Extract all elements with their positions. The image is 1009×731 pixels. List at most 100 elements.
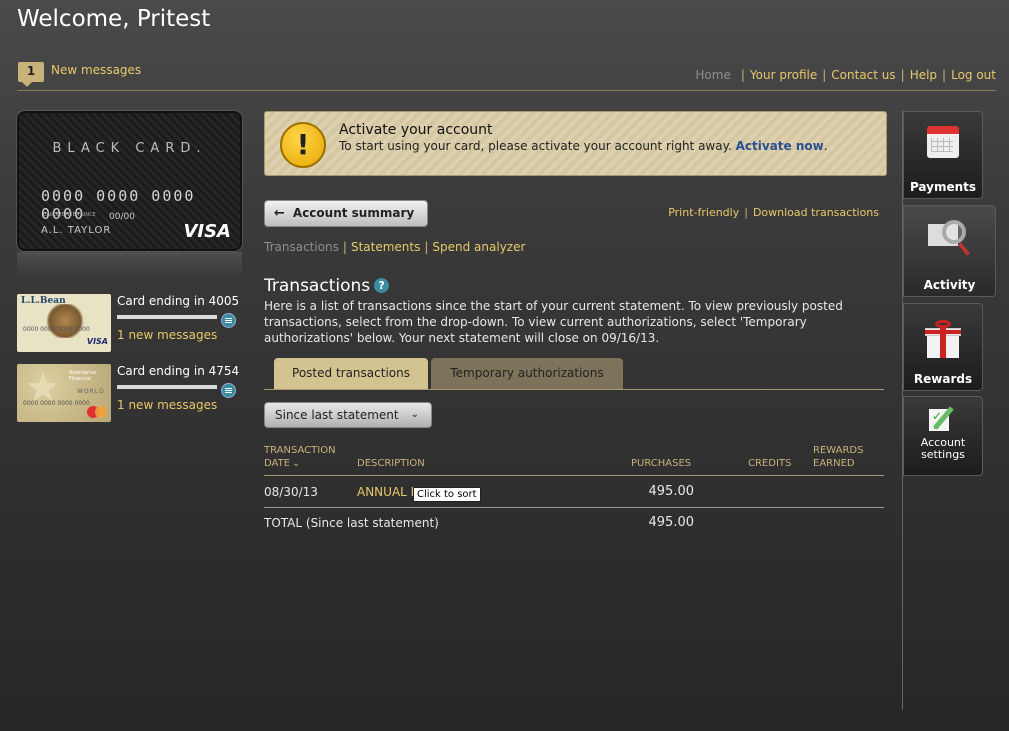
mini-card-number: 0000 0000 0000 0000 — [23, 326, 90, 333]
activation-period: . — [823, 139, 828, 153]
row-description-link[interactable]: ANNUAL F — [357, 485, 418, 499]
activate-now-link[interactable]: Activate now — [736, 139, 824, 153]
sidebar-label-line: settings — [921, 448, 965, 461]
checklist-pencil-icon: ✓✓ — [927, 405, 959, 433]
column-header-line: TRANSACTION — [264, 445, 336, 456]
transactions-title: Transactions — [264, 276, 371, 296]
gift-icon — [925, 320, 961, 358]
ameriprise-logo: Ameriprise Financial — [69, 370, 97, 382]
nav-help[interactable]: Help — [910, 68, 937, 82]
print-friendly-link[interactable]: Print-friendly — [668, 206, 739, 219]
messages-notice[interactable]: 1 New messages — [18, 62, 141, 87]
arrow-left-icon: ← — [274, 206, 285, 221]
new-messages-link[interactable]: New messages — [51, 63, 141, 77]
warning-icon — [280, 122, 326, 168]
transactions-description: Here is a list of transactions since the… — [264, 299, 843, 345]
print-download-links: Print-friendly | Download transactions — [668, 206, 879, 219]
column-header-line: REWARDS — [813, 445, 864, 456]
activation-title: Activate your account — [339, 122, 493, 138]
nav-home[interactable]: Home — [695, 68, 730, 82]
column-header-transaction-date[interactable]: TRANSACTION DATE ⌄ — [264, 444, 336, 470]
sidebar-rewards[interactable]: Rewards — [903, 303, 983, 391]
sidebar-label: Rewards — [913, 372, 973, 386]
card-tier: WORLD — [77, 388, 105, 395]
total-amount: 495.00 — [648, 515, 695, 530]
nav-log-out[interactable]: Log out — [951, 68, 996, 82]
column-header-line: DATE — [264, 458, 291, 469]
visa-logo: VISA — [183, 221, 231, 242]
calendar-icon — [927, 126, 959, 158]
sidebar-label: Account settings — [904, 437, 982, 461]
subnav-separator: | — [342, 240, 347, 254]
nav-separator: | — [900, 68, 905, 82]
activation-banner: Activate your account To start using you… — [264, 111, 887, 176]
nav-separator: | — [822, 68, 827, 82]
sidebar-activity[interactable]: Activity — [903, 205, 996, 297]
subnav-statements[interactable]: Statements — [351, 240, 420, 254]
card-menu-icon[interactable] — [221, 383, 236, 398]
statement-period-select[interactable]: Since last statement ⌄ — [264, 402, 432, 428]
column-header-description[interactable]: DESCRIPTION — [357, 457, 425, 470]
card-holder-name: A.L. TAYLOR — [41, 225, 112, 236]
download-transactions-link[interactable]: Download transactions — [753, 206, 879, 219]
column-header-credits[interactable]: CREDITS — [748, 457, 791, 470]
card-ending-label[interactable]: Card ending in 4754 — [117, 364, 241, 378]
card-member-since-label: CARDMEMBER SINCE — [43, 212, 96, 218]
card-reflection — [17, 252, 242, 277]
header-divider — [17, 90, 996, 91]
transaction-tabs: Posted transactions Temporary authorizat… — [274, 358, 626, 390]
link-separator: | — [744, 206, 748, 219]
card-balance-bar — [117, 385, 217, 389]
ameriprise-card-image[interactable]: ★ Ameriprise Financial WORLD 0000 0000 0… — [17, 364, 111, 422]
tab-posted-transactions[interactable]: Posted transactions — [274, 358, 428, 390]
sub-navigation: Transactions | Statements | Spend analyzer — [264, 240, 525, 254]
row-purchase-amount: 495.00 — [648, 484, 695, 499]
sidebar-payments[interactable]: Payments — [903, 111, 983, 199]
card-summary-4005: Card ending in 4005 1 new messages — [117, 294, 241, 342]
card-summary-4754: Card ending in 4754 1 new messages — [117, 364, 241, 412]
sidebar-account-settings[interactable]: ✓✓ Account settings — [903, 396, 983, 476]
help-icon[interactable]: ? — [374, 278, 390, 293]
nav-contact-us[interactable]: Contact us — [831, 68, 895, 82]
chevron-down-icon: ⌄ — [410, 409, 419, 420]
nav-separator: | — [740, 68, 745, 82]
card-brand: BLACK CARD. — [52, 141, 207, 156]
subnav-transactions[interactable]: Transactions — [264, 240, 339, 254]
welcome-heading: Welcome, Pritest — [17, 6, 211, 32]
sort-tooltip: Click to sort — [413, 487, 481, 502]
sort-arrow-icon: ⌄ — [292, 458, 301, 469]
mastercard-logo-icon — [87, 406, 107, 418]
activation-text: To start using your card, please activat… — [339, 139, 828, 153]
transactions-heading: Transactions? — [264, 276, 390, 296]
row-date: 08/30/13 — [264, 485, 318, 499]
subnav-spend-analyzer[interactable]: Spend analyzer — [432, 240, 525, 254]
column-header-rewards-earned[interactable]: REWARDS EARNED — [813, 444, 863, 470]
table-row-divider — [264, 507, 884, 508]
sidebar-label: Activity — [923, 278, 976, 292]
card-messages-link[interactable]: 1 new messages — [117, 328, 241, 342]
tab-temporary-authorizations[interactable]: Temporary authorizations — [431, 358, 623, 390]
llbean-card-image[interactable]: L.L.Bean 0000 0000 0000 0000 VISA — [17, 294, 111, 352]
black-card-image[interactable]: BLACK CARD. 0000 0000 0000 0000 CARDMEMB… — [17, 111, 242, 251]
top-navigation: Home | Your profile | Contact us | Help … — [695, 68, 996, 82]
subnav-separator: | — [424, 240, 429, 254]
activation-message: To start using your card, please activat… — [339, 139, 732, 153]
visa-logo: VISA — [86, 337, 108, 346]
account-summary-label: Account summary — [292, 206, 415, 220]
column-header-purchases[interactable]: PURCHASES — [631, 457, 691, 470]
message-count-badge[interactable]: 1 — [18, 62, 44, 87]
card-expiry: 00/00 — [109, 212, 135, 222]
nav-separator: | — [942, 68, 947, 82]
account-summary-button[interactable]: ← Account summary — [264, 200, 428, 227]
card-menu-icon[interactable] — [221, 313, 236, 328]
mini-card-number: 0000 0000 0000 0000 — [23, 400, 90, 407]
card-messages-link[interactable]: 1 new messages — [117, 398, 241, 412]
period-select-value: Since last statement — [275, 408, 399, 422]
nav-your-profile[interactable]: Your profile — [750, 68, 817, 82]
magnifier-icon — [927, 220, 972, 260]
sidebar-label: Payments — [909, 180, 977, 194]
column-header-line: EARNED — [813, 458, 855, 469]
total-label: TOTAL (Since last statement) — [264, 516, 439, 530]
card-ending-label[interactable]: Card ending in 4005 — [117, 294, 241, 308]
tabs-divider — [264, 389, 884, 390]
